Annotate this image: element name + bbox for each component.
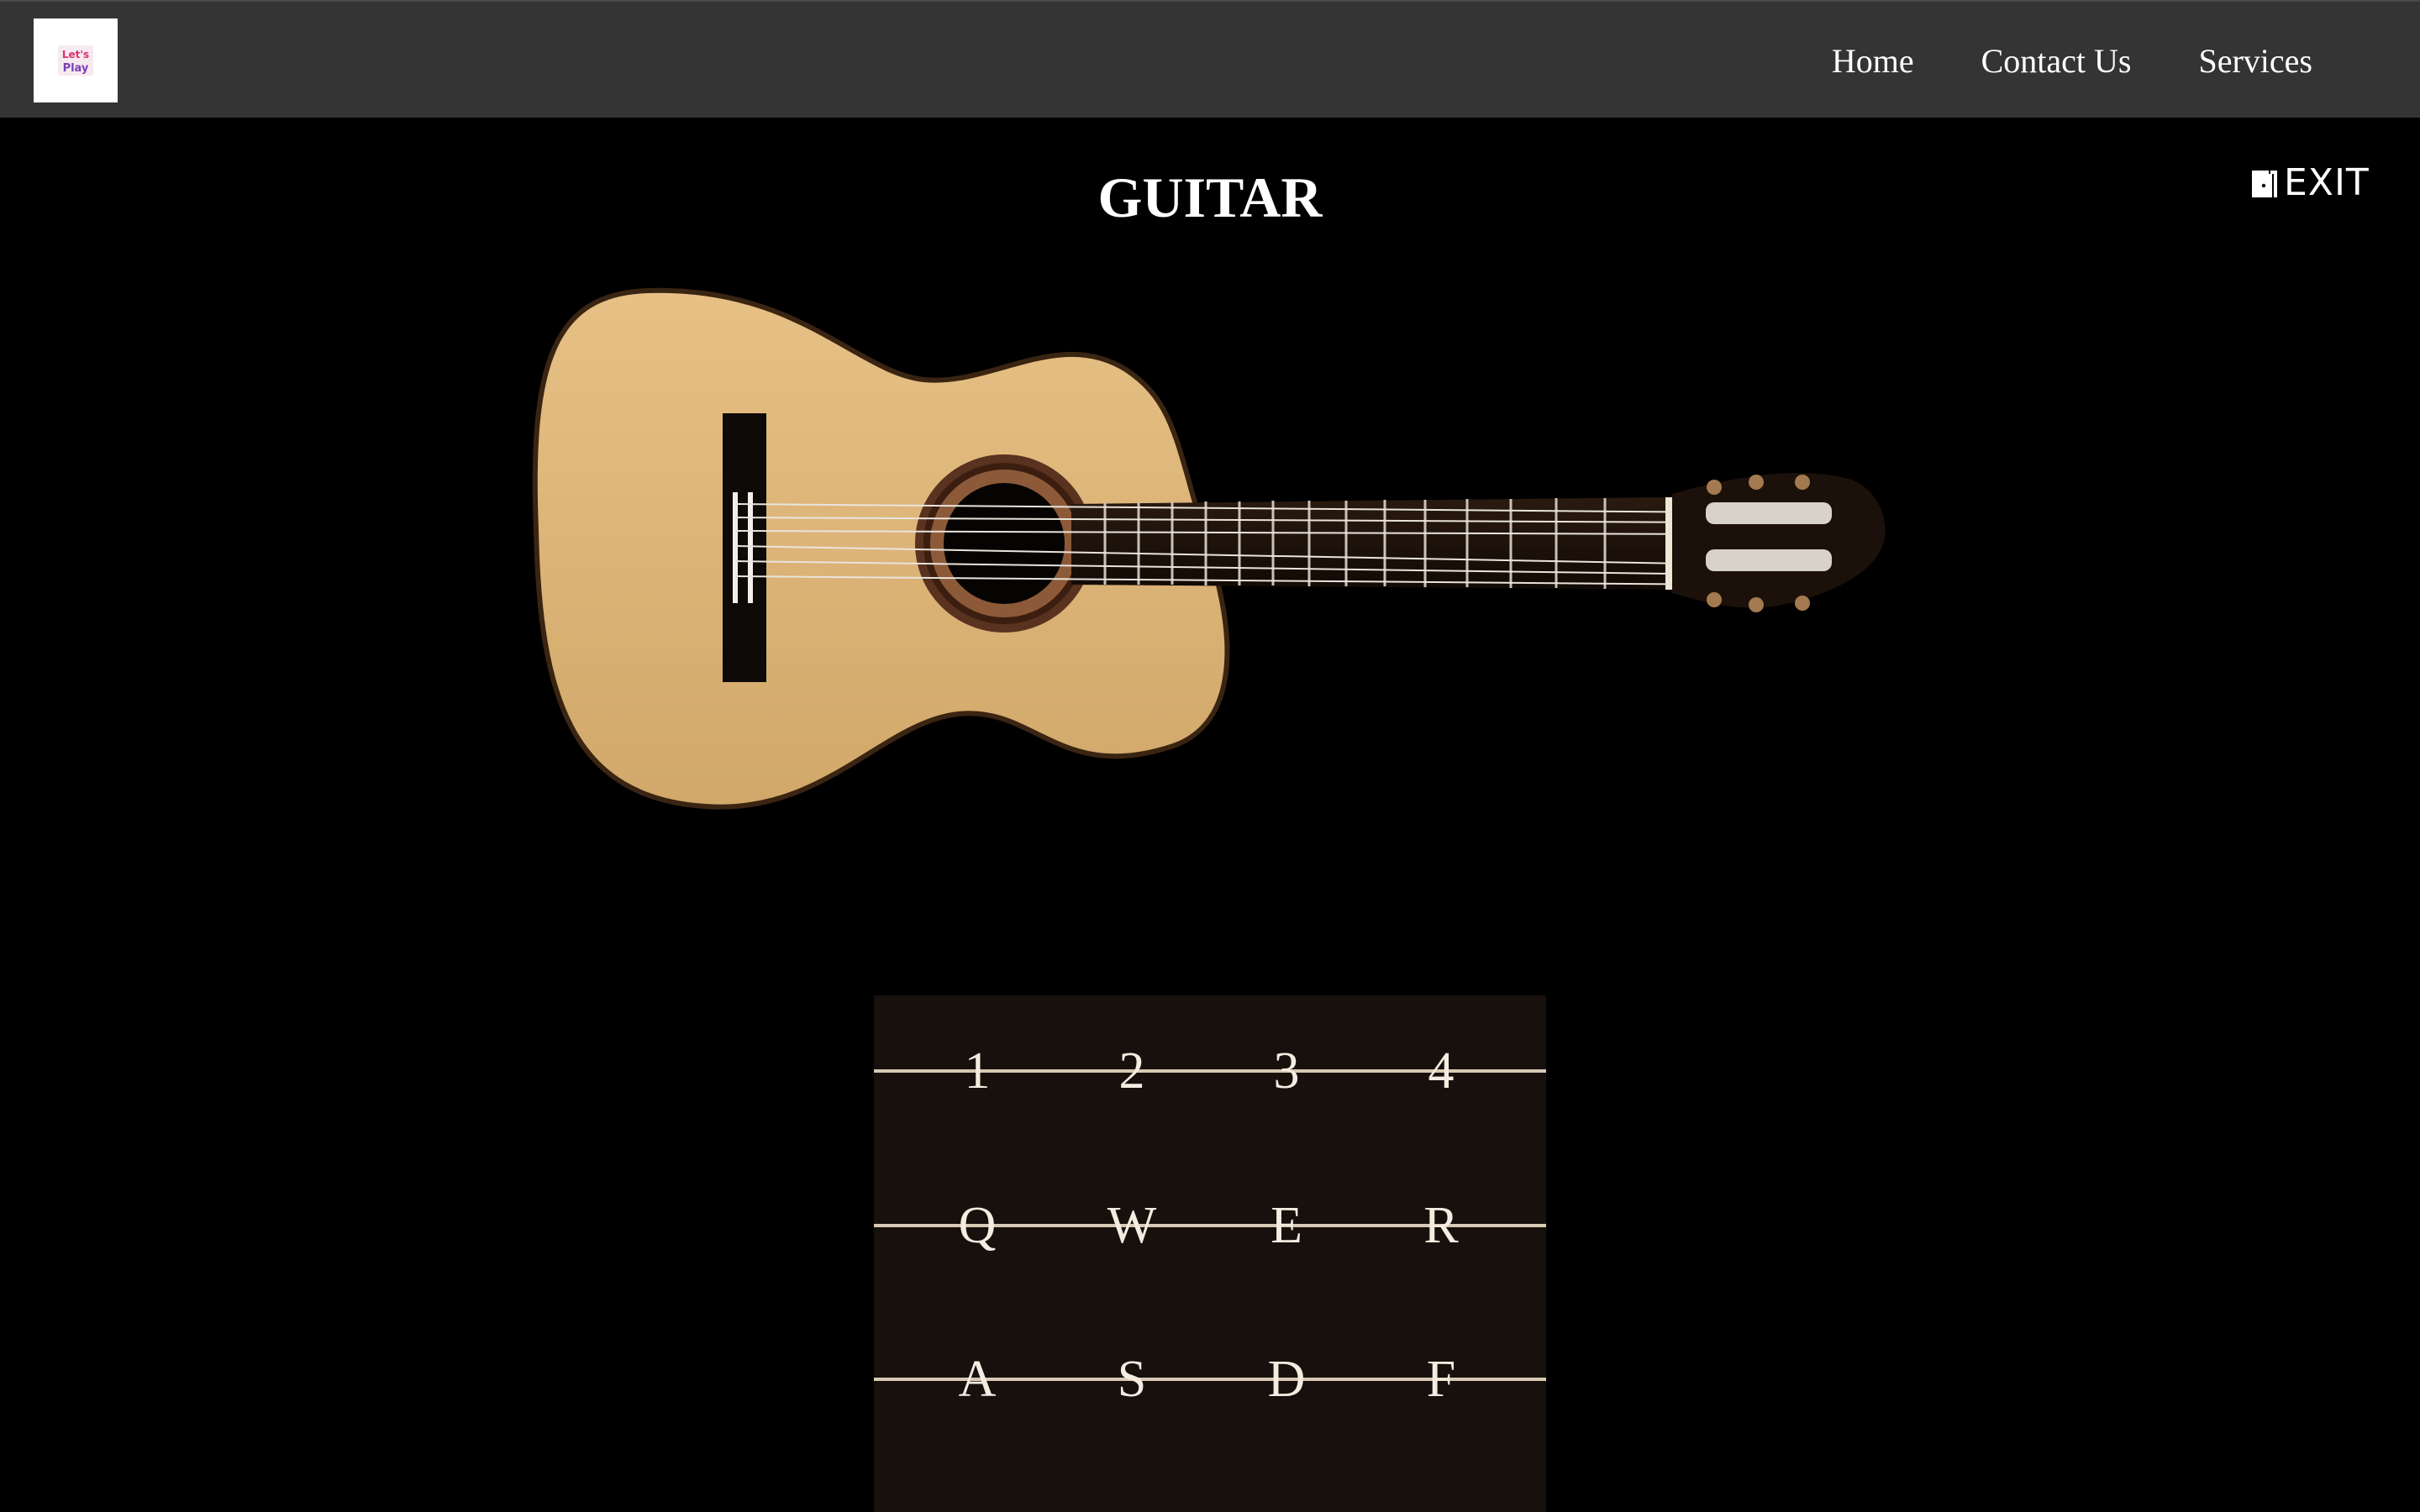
exit-label: EXIT [2284, 161, 2370, 204]
key-r[interactable]: R [1399, 1192, 1483, 1259]
guitar-headstock [1672, 473, 1886, 608]
key-e[interactable]: E [1244, 1192, 1328, 1259]
key-1[interactable]: 1 [935, 1037, 1019, 1105]
logo-text-bottom: Play [63, 62, 89, 75]
key-s[interactable]: S [1090, 1346, 1174, 1413]
key-2[interactable]: 2 [1090, 1037, 1174, 1105]
nav-home-link[interactable]: Home [1832, 41, 1914, 81]
door-exit-icon [2252, 170, 2277, 197]
nav-links: Home Contact Us Services [1765, 2, 2312, 119]
key-3[interactable]: 3 [1244, 1037, 1328, 1105]
key-f[interactable]: F [1399, 1346, 1483, 1413]
logo-icon: Let's Play [58, 45, 93, 76]
guitar-bridge [723, 413, 766, 682]
key-d[interactable]: D [1244, 1346, 1328, 1413]
key-w[interactable]: W [1090, 1192, 1174, 1259]
key-4[interactable]: 4 [1399, 1037, 1483, 1105]
nav-contact-link[interactable]: Contact Us [1981, 41, 2132, 81]
page-title: GUITAR [1097, 165, 1323, 229]
navbar: Let's Play Home Contact Us Services [0, 0, 2420, 118]
guitar-keypad: 1 2 3 4 Q W E R A S D F [874, 995, 1546, 1512]
exit-button[interactable]: EXIT [2249, 161, 2370, 204]
key-a[interactable]: A [935, 1346, 1019, 1413]
nav-services-link[interactable]: Services [2198, 41, 2312, 81]
key-q[interactable]: Q [935, 1192, 1019, 1259]
logo[interactable]: Let's Play [34, 18, 118, 102]
guitar-image [532, 287, 1886, 810]
logo-text-top: Let's [62, 49, 89, 60]
guitar-soundhole [944, 483, 1065, 604]
